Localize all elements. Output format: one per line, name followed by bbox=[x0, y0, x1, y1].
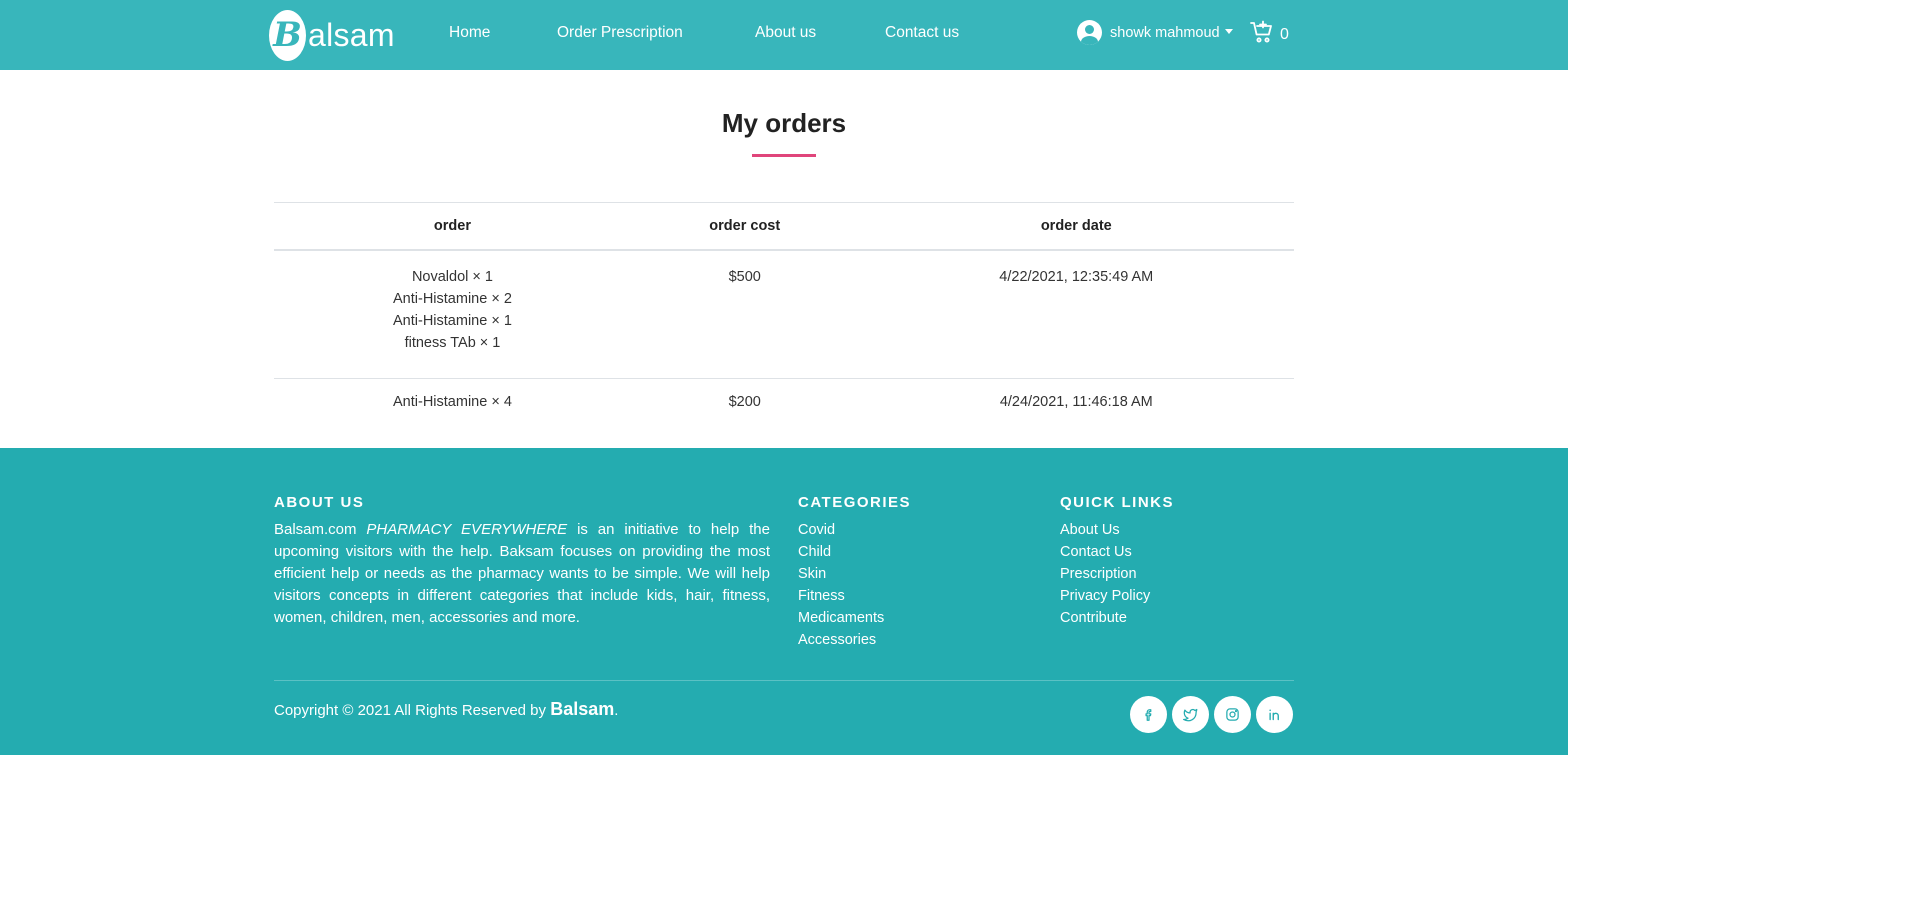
chevron-down-icon bbox=[1224, 29, 1233, 34]
footer-category-link[interactable]: Child bbox=[798, 541, 884, 563]
title-underline bbox=[752, 154, 816, 157]
cart-count: 0 bbox=[1280, 25, 1289, 43]
twitter-button[interactable] bbox=[1172, 696, 1209, 733]
copyright-end: . bbox=[614, 702, 619, 719]
footer-categories-heading: CATEGORIES bbox=[798, 494, 912, 511]
order-items-cell: Anti-Histamine × 4 bbox=[274, 379, 631, 430]
copyright-brand: Balsam bbox=[550, 699, 615, 719]
footer-quick-link[interactable]: Contribute bbox=[1060, 607, 1150, 629]
copyright: Copyright © 2021 All Rights Reserved by … bbox=[274, 699, 618, 720]
cart-icon bbox=[1250, 20, 1274, 49]
brand-logo[interactable]: B alsam bbox=[269, 9, 395, 61]
order-item: Novaldol × 1 bbox=[411, 269, 493, 285]
linkedin-button[interactable] bbox=[1256, 696, 1293, 733]
footer-quick-link[interactable]: Prescription bbox=[1060, 563, 1150, 585]
user-avatar-icon bbox=[1077, 20, 1102, 45]
navbar: B alsam Home Order Prescription About us… bbox=[0, 0, 1568, 70]
footer-quick-links-list: About Us Contact Us Prescription Privacy… bbox=[1060, 519, 1150, 629]
user-name: showk mahmoud bbox=[1110, 24, 1220, 41]
footer-quick-link[interactable]: About Us bbox=[1060, 519, 1150, 541]
user-menu-dropdown[interactable]: showk mahmoud bbox=[1077, 20, 1233, 45]
footer-quick-link[interactable]: Privacy Policy bbox=[1060, 585, 1150, 607]
about-text-lead: Balsam.com bbox=[274, 521, 367, 538]
footer-category-link[interactable]: Skin bbox=[798, 563, 884, 585]
footer-category-link[interactable]: Covid bbox=[798, 519, 884, 541]
order-date-cell: 4/22/2021, 12:35:49 AM bbox=[858, 250, 1294, 379]
footer-categories-list: Covid Child Skin Fitness Medicaments Acc… bbox=[798, 519, 884, 651]
brand-logo-mark: B bbox=[269, 9, 306, 61]
instagram-icon bbox=[1226, 708, 1239, 721]
cart-button[interactable]: 0 bbox=[1250, 20, 1289, 49]
order-item: fitness TAb × 1 bbox=[404, 335, 501, 351]
column-header-order: order bbox=[274, 202, 631, 251]
about-text-tagline: PHARMACY EVERYWHERE bbox=[366, 521, 568, 538]
facebook-icon bbox=[1144, 708, 1151, 721]
order-items-cell: Novaldol × 1 Anti-Histamine × 2 Anti-His… bbox=[274, 250, 631, 379]
order-cost-cell: $200 bbox=[728, 394, 761, 410]
order-item: Anti-Histamine × 2 bbox=[393, 291, 512, 307]
table-row: Novaldol × 1 Anti-Histamine × 2 Anti-His… bbox=[274, 250, 1294, 379]
copyright-text: Copyright © 2021 All Rights Reserved by bbox=[274, 702, 551, 719]
page-title: My orders bbox=[721, 108, 847, 138]
order-item: Anti-Histamine × 4 bbox=[393, 394, 512, 410]
orders-table: order order cost order date Novaldol × 1… bbox=[274, 202, 1294, 429]
linkedin-icon bbox=[1269, 709, 1279, 721]
table-row: Anti-Histamine × 4 $200 4/24/2021, 11:46… bbox=[274, 379, 1294, 430]
footer: ABOUT US Balsam.com PHARMACY EVERYWHERE … bbox=[0, 448, 1568, 755]
brand-name: alsam bbox=[308, 16, 395, 53]
footer-divider bbox=[274, 680, 1294, 681]
column-header-order-date: order date bbox=[858, 202, 1294, 251]
footer-category-link[interactable]: Accessories bbox=[798, 629, 884, 651]
instagram-button[interactable] bbox=[1214, 696, 1251, 733]
footer-about-heading: ABOUT US bbox=[274, 494, 365, 511]
column-header-order-cost: order cost bbox=[630, 202, 859, 251]
order-cost-cell: $500 bbox=[630, 250, 859, 379]
nav-contact-us[interactable]: Contact us bbox=[885, 24, 959, 42]
footer-about-text: Balsam.com PHARMACY EVERYWHERE is an ini… bbox=[274, 519, 770, 629]
footer-quick-link[interactable]: Contact Us bbox=[1060, 541, 1150, 563]
nav-home[interactable]: Home bbox=[449, 24, 490, 42]
order-date-cell: 4/24/2021, 11:46:18 AM bbox=[999, 394, 1153, 410]
footer-category-link[interactable]: Fitness bbox=[798, 585, 884, 607]
nav-order-prescription[interactable]: Order Prescription bbox=[557, 24, 683, 42]
footer-category-link[interactable]: Medicaments bbox=[798, 607, 884, 629]
order-item: Anti-Histamine × 1 bbox=[393, 313, 512, 329]
twitter-icon bbox=[1183, 708, 1198, 722]
table-header-row: order order cost order date bbox=[274, 202, 1294, 251]
nav-about-us[interactable]: About us bbox=[755, 24, 816, 42]
footer-quick-links-heading: QUICK LINKS bbox=[1060, 494, 1174, 511]
facebook-button[interactable] bbox=[1130, 696, 1167, 733]
